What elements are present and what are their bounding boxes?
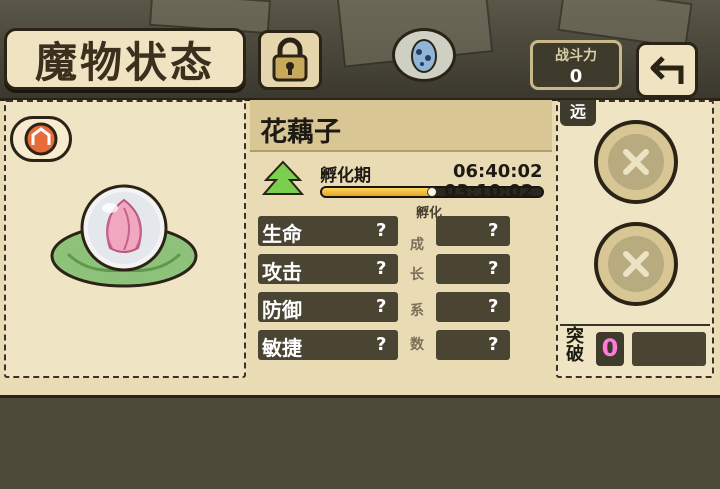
- page-title: 魔物状态: [4, 28, 246, 90]
- stat-name: 敏捷: [262, 336, 302, 360]
- breakthrough-value: 0: [596, 332, 624, 366]
- growth-char: 长: [410, 267, 424, 283]
- stat-row-hp: 生命 ?: [258, 216, 398, 246]
- growth-row: ?: [436, 216, 510, 246]
- stat-value: ?: [376, 258, 387, 279]
- monster-name: 花藕子: [260, 117, 341, 148]
- growth-char: 成: [410, 237, 424, 253]
- growth-row: ?: [436, 292, 510, 322]
- combat-power-box: 战斗力 0: [530, 40, 622, 90]
- monster-egg-lotus: [50, 184, 198, 288]
- navigate-button[interactable]: [10, 116, 72, 162]
- egg-icon: [411, 39, 437, 73]
- breakthrough-label: 突破: [566, 326, 584, 365]
- egg-speech-bubble[interactable]: [392, 28, 456, 82]
- lock-icon: [272, 37, 308, 82]
- growth-row: ?: [436, 330, 510, 360]
- lock-button[interactable]: [258, 30, 322, 90]
- growth-row: ?: [436, 254, 510, 284]
- combat-power-label: 战斗力: [555, 48, 597, 64]
- breakthrough-bar: [632, 332, 706, 366]
- stat-row-agility: 敏捷 ?: [258, 330, 398, 360]
- growth-value: ?: [488, 220, 499, 241]
- hatch-time-remaining: 03:10:02: [444, 181, 534, 202]
- skill-slot-1[interactable]: [594, 120, 678, 204]
- stat-value: ?: [376, 296, 387, 317]
- hatch-progress-knob: [427, 187, 437, 197]
- empty-slot-x-icon: [623, 251, 649, 277]
- hatch-time-total: 06:40:02: [453, 161, 543, 182]
- combat-power-value: 0: [569, 66, 583, 87]
- stage-label: 孵化期: [320, 166, 371, 186]
- back-button[interactable]: [636, 42, 698, 98]
- growth-char: 系: [410, 303, 424, 319]
- stat-name: 攻击: [262, 260, 302, 284]
- empty-slot-x-icon: [623, 149, 649, 175]
- back-arrow-icon: [650, 56, 684, 84]
- stat-value: ?: [376, 334, 387, 355]
- stat-name: 生命: [262, 222, 302, 246]
- skill-slot-inner: [608, 134, 664, 190]
- stat-row-attack: 攻击 ?: [258, 254, 398, 284]
- monster-name-bar: 花藕子: [250, 100, 552, 152]
- skill-slot-inner: [608, 236, 664, 292]
- navigate-arrow-icon: [24, 122, 58, 156]
- growth-char: 数: [410, 337, 424, 353]
- range-tab: 远: [560, 100, 596, 126]
- stat-value: ?: [376, 220, 387, 241]
- growth-value: ?: [488, 334, 499, 355]
- page-title-text: 魔物状态: [34, 37, 215, 87]
- skill-slot-2[interactable]: [594, 222, 678, 306]
- stage-up-icon: [261, 160, 305, 195]
- hatch-progress-fill: [322, 188, 432, 196]
- bottom-strip: [0, 395, 720, 489]
- growth-value: ?: [488, 258, 499, 279]
- growth-value: ?: [488, 296, 499, 317]
- stat-name: 防御: [262, 298, 302, 322]
- stat-row-defense: 防御 ?: [258, 292, 398, 322]
